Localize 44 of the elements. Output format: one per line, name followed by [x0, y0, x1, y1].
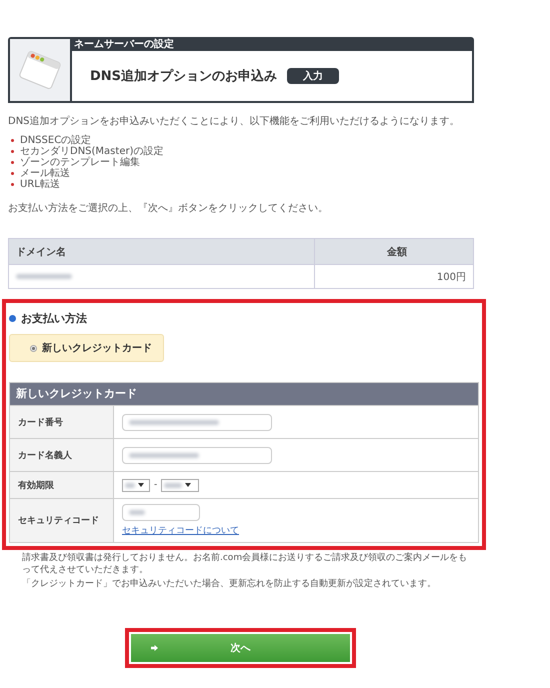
feature-item: DNSSECの設定 — [20, 135, 92, 146]
dropdown-icon — [138, 483, 144, 487]
page-title: DNS追加オプションのお申込み — [90, 68, 278, 85]
feature-item: ゾーンのテンプレート編集 — [20, 157, 140, 168]
blurred-value — [129, 510, 145, 515]
bullet-icon — [11, 161, 14, 164]
note-text: 「クレジットカード」でお申込みいただいた場合、更新忘れを防止する自動更新が設定されています。 — [22, 578, 437, 590]
bullet-icon — [11, 183, 14, 186]
help-link[interactable]: セキュリティコードについて — [122, 524, 239, 537]
column-header: 金額 — [314, 238, 474, 264]
feature-item: URL転送 — [20, 179, 60, 190]
separator: - — [154, 480, 158, 490]
bullet-icon — [11, 150, 14, 153]
instruction-text: お支払い方法をご選択の上、『次へ』ボタンをクリックしてください。 — [8, 202, 329, 216]
dropdown-icon — [185, 483, 192, 487]
field-label: カード番号 — [10, 406, 114, 438]
column-header: ドメイン名 — [8, 238, 314, 264]
section-heading: お支払い方法 — [21, 311, 87, 326]
bullet-icon — [11, 172, 14, 175]
intro-text: DNS追加オプションをお申込みいただくことにより、以下機能をご利用いただけるようになります。 — [8, 115, 461, 129]
bullet-icon — [11, 139, 14, 142]
blurred-value — [125, 482, 135, 488]
feature-item: メール転送 — [20, 168, 70, 179]
blurred-value — [164, 482, 182, 488]
radio-button[interactable] — [30, 344, 37, 352]
year-select[interactable] — [161, 478, 200, 492]
price-cell: 100円 — [314, 264, 474, 288]
blurred-value — [129, 452, 199, 458]
field-label: カード名義人 — [10, 439, 114, 471]
note-text: 請求書及び領収書は発行しておりません。お名前.com会員様にお送りするご請求及び領収のご案内メールをもって代えさせていただきます。 — [22, 552, 468, 576]
step-badge: 入力 — [287, 68, 340, 84]
input-field[interactable] — [122, 446, 272, 464]
form-title-bar: 新しいクレジットカード — [10, 383, 478, 405]
payment-option[interactable]: 新しいクレジットカード — [9, 334, 164, 362]
blurred-domain — [16, 274, 72, 279]
feature-item: セカンダリDNS(Master)の設定 — [20, 146, 164, 157]
field-label: 有効期限 — [10, 472, 114, 498]
next-button[interactable]: 次へ — [131, 634, 350, 662]
input-field[interactable] — [122, 504, 200, 521]
category-label: ネームサーバーの設定 — [73, 39, 175, 51]
dot-icon — [9, 315, 16, 322]
field-label: セキュリティコード — [10, 499, 114, 542]
input-field[interactable] — [122, 414, 272, 430]
month-select[interactable] — [122, 478, 150, 492]
